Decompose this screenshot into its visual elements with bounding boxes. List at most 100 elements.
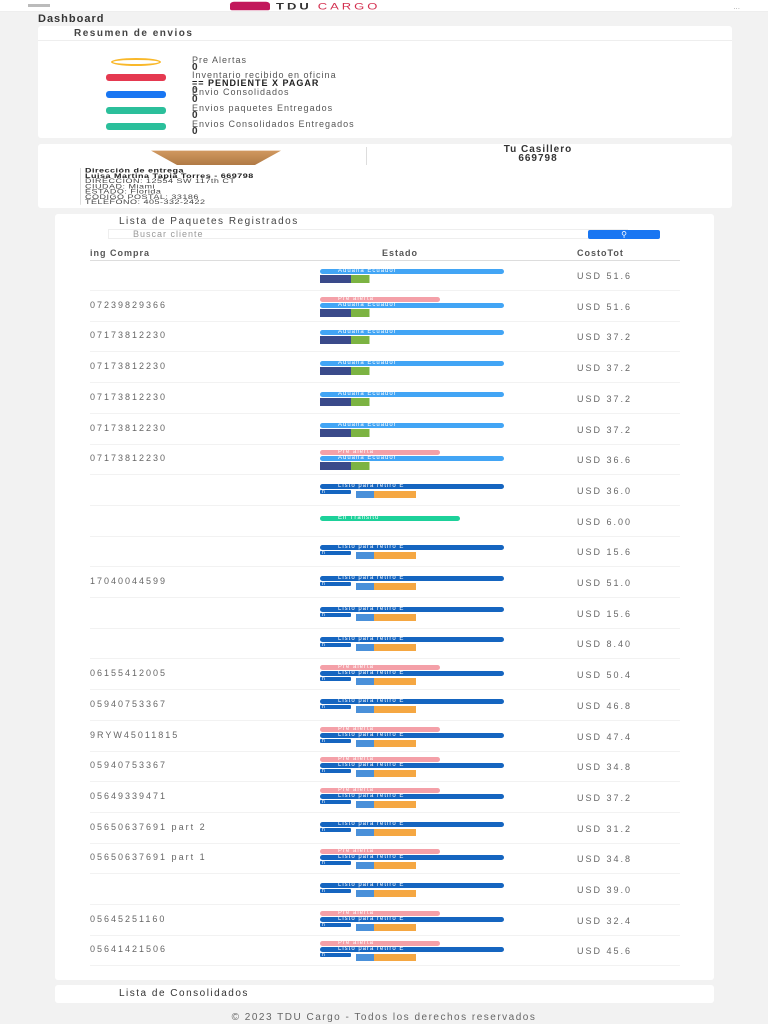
summary-sublabel: == PENDIENTE X PAGAR	[192, 78, 320, 88]
logo[interactable]: TDU CARGO	[230, 0, 380, 12]
table-row[interactable]: 07173812230 USD 37.2 Aduana Ecuador	[90, 322, 680, 353]
search-input[interactable]: Buscar cliente	[108, 229, 628, 239]
summary-item: Envio Consolidados 0	[100, 87, 290, 105]
table-row[interactable]: USD 39.0 Listo para retiro En	[90, 875, 680, 905]
table-row[interactable]: 07173812230 USD 37.2 Aduana Ecuador	[90, 384, 680, 414]
pickup-hand-icon	[356, 678, 416, 686]
tracking-number: 05650637691 part 1	[90, 852, 207, 863]
amount: USD 50.4	[577, 670, 633, 681]
table-row[interactable]: 07173812230 USD 37.2 Aduana Ecuador	[90, 415, 680, 445]
status-badge-listo: Listo para retiro E	[320, 793, 504, 799]
logo-icon	[230, 1, 270, 11]
amount: USD 31.2	[577, 823, 633, 834]
table-row[interactable]: USD 51.6 Aduana Ecuador	[90, 261, 680, 291]
status-badge-pre-alerta: Pre alerta	[320, 757, 440, 763]
table-row[interactable]: 06155412005 USD 50.4 Pre alerta Listo para …	[90, 660, 680, 691]
amount: USD 45.6	[577, 946, 633, 957]
table-row[interactable]: 17040044599 USD 51.0 Listo para retiro En	[90, 568, 680, 598]
tracking-number: 05645251160	[90, 913, 167, 924]
table-row[interactable]: 05940753367 USD 34.8 Pre alerta Listo para …	[90, 752, 680, 783]
amount: USD 37.2	[577, 332, 633, 343]
status-badge-pre-alerta: Pre alerta	[320, 849, 440, 855]
package-box-icon	[151, 150, 281, 165]
status-badge-listo-suffix: n	[320, 551, 351, 556]
table-row[interactable]: USD 15.6 Listo para retiro En	[90, 599, 680, 629]
summary-item: Envios paquetes Entregados 0	[100, 104, 333, 121]
table-row[interactable]: 07173812230 USD 36.6 Pre alerta Aduana Ecua…	[90, 445, 680, 476]
column-header-tracking[interactable]: ing Compra	[90, 248, 150, 258]
status-badge-pre-alerta: Pre alerta	[320, 941, 440, 947]
consolidated-title[interactable]: Lista de Consolidados	[119, 988, 249, 999]
column-header-costo[interactable]: CostoTot	[577, 248, 624, 258]
tracking-number: 07173812230	[90, 330, 168, 341]
status-badge-listo: Listo para retiro E	[320, 671, 504, 677]
summary-label: Envios Consolidados Entregados 0	[192, 119, 355, 137]
column-header-estado[interactable]: Estado	[382, 248, 418, 258]
search-icon: ⚲	[621, 230, 627, 239]
status-badge-listo-suffix: n	[320, 677, 351, 682]
address-line: TELEFONO: 405-332-2422	[85, 198, 206, 206]
user-menu-button[interactable]: ...	[733, 2, 740, 11]
table-row[interactable]: USD 36.0 Listo para retiro En	[90, 476, 680, 506]
tracking-number: 05650637691 part 2	[90, 821, 207, 832]
table-row[interactable]: 05940753367 USD 46.8 Listo para retiro En	[90, 691, 680, 721]
status-badge-listo: Listo para retiro E	[320, 545, 504, 551]
summary-label: Envio Consolidados 0	[192, 87, 290, 105]
status-badge-aduana: Aduana Ecuador	[320, 422, 504, 428]
page-title: Dashboard	[38, 13, 105, 25]
table-row[interactable]: 05641421506 USD 45.6 Pre alerta Listo para …	[90, 936, 680, 967]
tracking-number: 05940753367	[90, 698, 168, 709]
amount: USD 36.6	[577, 455, 633, 466]
divider	[38, 40, 732, 41]
table-row[interactable]: 05650637691 part 2 USD 31.2 Listo para ret…	[90, 814, 680, 844]
table-row[interactable]: 07173812230 USD 37.2 Aduana Ecuador	[90, 353, 680, 384]
locker-card: Tu Casillero 669798 Dirección de entrega…	[38, 144, 732, 208]
table-row[interactable]: USD 6.00 En Transito	[90, 507, 680, 537]
status-badge-listo-suffix: n	[320, 738, 351, 743]
pickup-hand-icon	[356, 954, 416, 962]
brand-tdu: TDU	[276, 0, 312, 12]
pickup-hand-icon	[356, 490, 416, 498]
status-badge-listo: Listo para retiro E	[320, 883, 504, 888]
amount: USD 51.6	[577, 301, 633, 312]
truck-icon	[320, 462, 382, 471]
footer: © 2023 TDU Cargo - Todos los derechos re…	[231, 1012, 537, 1023]
amount: USD 32.4	[577, 915, 633, 926]
delivered-plane-icon	[100, 120, 172, 132]
table-row[interactable]: USD 15.6 Listo para retiro En	[90, 537, 680, 568]
amount: USD 51.6	[577, 271, 633, 281]
amount: USD 37.2	[577, 424, 633, 435]
clock-icon	[100, 56, 172, 68]
delivered-plane-icon	[100, 104, 172, 116]
tracking-number: 07239829366	[90, 299, 168, 310]
status-badge-listo: Listo para retiro E	[320, 947, 504, 953]
divider	[366, 147, 367, 165]
table-row[interactable]: 05645251160 USD 32.4 Pre alerta Listo para …	[90, 906, 680, 936]
consolidated-card: Lista de Consolidados	[55, 985, 714, 1003]
table-row[interactable]: 05649339471 USD 37.2 Pre alerta Listo para …	[90, 783, 680, 813]
tracking-number: 05641421506	[90, 944, 168, 955]
status-badge-listo: Listo para retiro E	[320, 698, 504, 704]
hamburger-menu-icon[interactable]	[28, 4, 50, 7]
search-button[interactable]: ⚲	[588, 230, 660, 239]
table-row[interactable]: 9RYW45011815 USD 47.4 Pre alerta Listo para…	[90, 722, 680, 752]
status-badge-aduana: Aduana Ecuador	[320, 330, 504, 336]
amount: USD 6.00	[577, 516, 633, 527]
table-row[interactable]: USD 8.40 Listo para retiro En	[90, 629, 680, 660]
truck-icon	[320, 367, 382, 376]
table-row[interactable]: 07239829366 USD 51.6 Pre alerta Aduana Ecua…	[90, 292, 680, 322]
status-badge-listo-suffix: n	[320, 799, 351, 804]
status-badge-pre-alerta: Pre alerta	[320, 296, 440, 302]
status-badge-pre-alerta: Pre alerta	[320, 726, 440, 732]
packages-title: Lista de Paquetes Registrados	[119, 216, 299, 227]
table-row[interactable]: 05650637691 part 1 USD 34.8 Pre alerta List…	[90, 844, 680, 875]
inbox-icon	[100, 71, 172, 83]
pickup-hand-icon	[356, 890, 416, 897]
tracking-number: 05940753367	[90, 760, 168, 771]
status-badge-listo-suffix: n	[320, 827, 351, 832]
truck-icon	[320, 275, 382, 283]
status-badge-listo: Listo para retiro E	[320, 916, 504, 922]
status-badge-listo: Listo para retiro E	[320, 732, 504, 738]
status-badge-listo: Listo para retiro E	[320, 606, 504, 612]
pickup-hand-icon	[356, 800, 416, 808]
